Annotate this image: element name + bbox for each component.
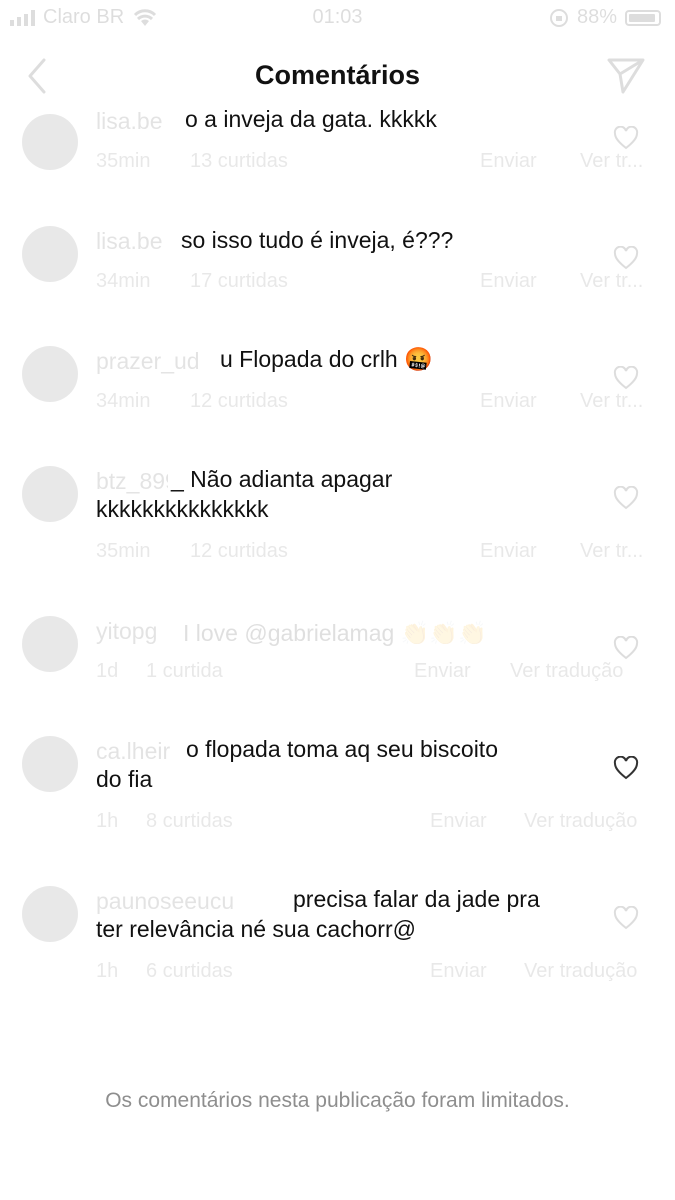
comment-item: yitopg 1d 1 curtida Enviar Ver tradução … [0, 610, 675, 720]
heart-icon[interactable] [613, 126, 639, 150]
comment-likes[interactable]: 17 curtidas [190, 270, 288, 293]
comment-text-continued: do fia [96, 764, 153, 794]
translate-button[interactable]: Ver tradução [510, 660, 623, 683]
rotation-lock-icon [549, 8, 568, 27]
page-title: Comentários [254, 60, 421, 90]
comment-likes[interactable]: 12 curtidas [190, 540, 288, 563]
comment-username[interactable]: btz_899 [96, 468, 178, 495]
comment-username[interactable]: ca.lheir [96, 738, 170, 765]
avatar[interactable] [22, 736, 78, 792]
heart-icon[interactable] [613, 486, 639, 510]
avatar[interactable] [22, 466, 78, 522]
comment-item: lisa.be 34min 17 curtidas Enviar Ver tr.… [0, 220, 675, 330]
comment-likes[interactable]: 6 curtidas [146, 960, 233, 983]
comment-item: btz_899 35min 12 curtidas Enviar Ver tr.… [0, 460, 675, 600]
comment-list: lisa.be 35min 13 curtidas Enviar Ver tr.… [0, 100, 675, 1060]
comment-time: 35min [96, 150, 151, 172]
comment-text: o a inveja da gata. kkkkk [182, 104, 437, 134]
battery-icon [625, 9, 661, 26]
status-bar: Claro BR 01:03 88% [0, 0, 675, 40]
heart-icon[interactable] [613, 906, 639, 930]
comment-time: 1h [96, 960, 119, 982]
comment-likes[interactable]: 1 curtida [146, 660, 223, 683]
comment-text: precisa falar da jade pra [290, 884, 540, 914]
comment-text-continued: kkkkkkkkkkkkkkk [96, 494, 269, 524]
comment-likes[interactable]: 12 curtidas [190, 390, 288, 413]
translate-button[interactable]: Ver tr... [580, 150, 643, 173]
comment-text: I love @gabrielamag 👏👏👏 [180, 618, 487, 648]
comment-item: paunoseeucu 1h 6 curtidas Enviar Ver tra… [0, 880, 675, 1020]
translate-button[interactable]: Ver tradução [524, 960, 637, 983]
comment-time: 34min [96, 390, 151, 412]
comment-text: _ Não adianta apagar [168, 464, 393, 494]
reply-button[interactable]: Enviar [430, 960, 487, 983]
comment-time: 1h [96, 810, 119, 832]
avatar[interactable] [22, 886, 78, 942]
comment-item: lisa.be 35min 13 curtidas Enviar Ver tr.… [0, 100, 675, 210]
avatar[interactable] [22, 114, 78, 170]
translate-button[interactable]: Ver tr... [580, 390, 643, 413]
avatar[interactable] [22, 346, 78, 402]
comment-text: o flopada toma aq seu biscoito [183, 734, 498, 764]
translate-button[interactable]: Ver tr... [580, 540, 643, 563]
avatar[interactable] [22, 226, 78, 282]
comment-text-continued: ter relevância né sua cachorr@ [96, 914, 416, 944]
comment-likes[interactable]: 8 curtidas [146, 810, 233, 833]
heart-icon[interactable] [613, 366, 639, 390]
heart-icon[interactable] [613, 636, 639, 660]
comment-item: ca.lheir 1h 8 curtidas Enviar Ver traduç… [0, 730, 675, 870]
reply-button[interactable]: Enviar [480, 540, 537, 563]
comment-item: prazer_ud 34min 12 curtidas Enviar Ver t… [0, 340, 675, 450]
comment-time: 35min [96, 540, 151, 562]
comment-time: 1d [96, 660, 119, 682]
comment-username[interactable]: lisa.be [96, 108, 162, 135]
reply-button[interactable]: Enviar [480, 270, 537, 293]
heart-icon[interactable] [613, 756, 639, 780]
reply-button[interactable]: Enviar [480, 150, 537, 173]
comment-likes[interactable]: 13 curtidas [190, 150, 288, 173]
reply-button[interactable]: Enviar [430, 810, 487, 833]
reply-button[interactable]: Enviar [480, 390, 537, 413]
translate-button[interactable]: Ver tr... [580, 270, 643, 293]
reply-button[interactable]: Enviar [414, 660, 471, 683]
comment-username[interactable]: prazer_ud [96, 348, 200, 375]
translate-button[interactable]: Ver tradução [524, 810, 637, 833]
comment-username[interactable]: lisa.be [96, 228, 162, 255]
status-right: 88% [549, 6, 661, 29]
comment-text: so isso tudo é inveja, é??? [178, 225, 454, 255]
comment-time: 34min [96, 270, 151, 292]
battery-percent: 88% [576, 6, 617, 28]
heart-icon[interactable] [613, 246, 639, 270]
comment-username[interactable]: paunoseeucu [96, 888, 234, 915]
comment-username[interactable]: yitopg [96, 618, 157, 645]
comment-text: u Flopada do crlh 🤬 [217, 344, 433, 374]
comments-limited-notice: Os comentários nesta publicação foram li… [105, 1089, 570, 1112]
direct-send-icon[interactable] [605, 54, 647, 96]
avatar[interactable] [22, 616, 78, 672]
